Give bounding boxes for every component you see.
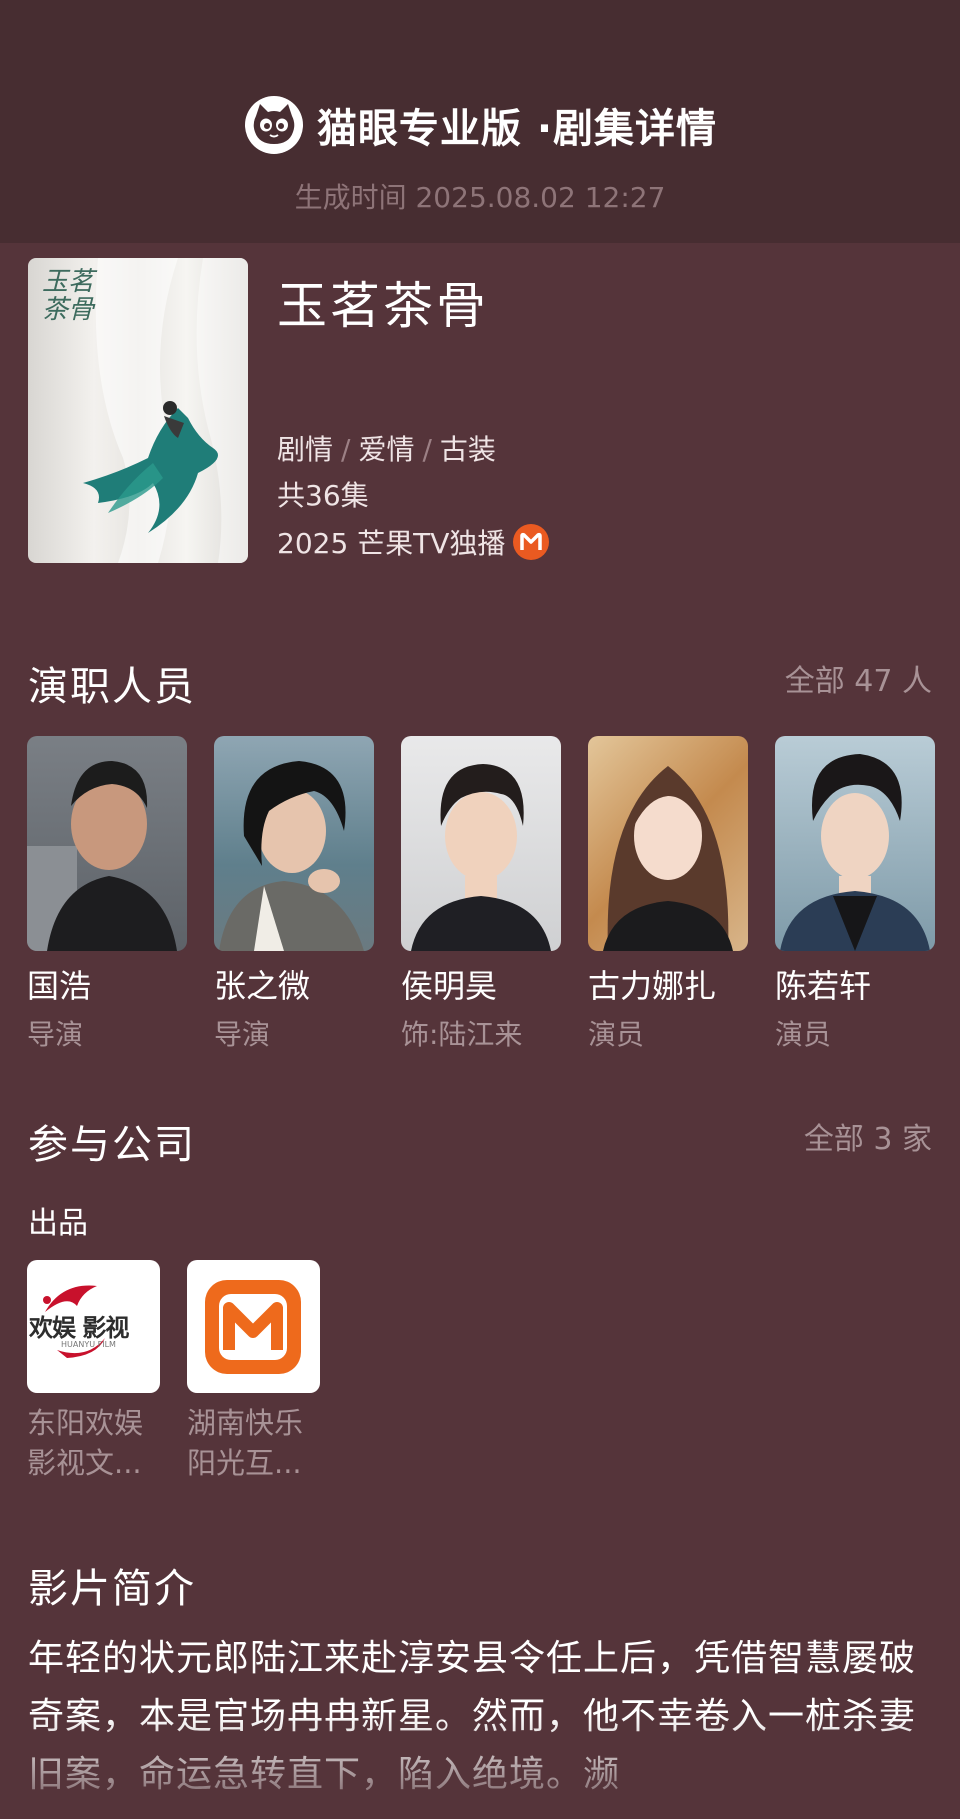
company-name-line: 湖南快乐 xyxy=(187,1406,304,1440)
show-poster[interactable]: 玉茗茶骨 xyxy=(28,258,248,563)
cast-name: 国浩 xyxy=(27,967,92,1005)
avatar xyxy=(214,736,374,951)
cast-card[interactable]: 陈若轩 演员 xyxy=(775,736,935,1053)
cast-name: 侯明昊 xyxy=(401,967,498,1005)
cast-card[interactable]: 侯明昊 饰:陆江来 xyxy=(401,736,561,1053)
company-name: 湖南快乐 阳光互... xyxy=(187,1403,322,1483)
generated-time: 生成时间 2025.08.02 12:27 xyxy=(294,181,666,214)
cat-icon xyxy=(244,96,303,154)
genre-tag: 爱情 xyxy=(358,433,415,466)
cast-see-all-link[interactable]: 全部 47 人 xyxy=(785,656,932,700)
avatar xyxy=(401,736,561,951)
synopsis-section-title: 影片简介 xyxy=(28,1566,196,1612)
company-logo: 欢娱 影视 HUANYU FILM xyxy=(27,1260,160,1393)
cast-name: 张之微 xyxy=(214,967,311,1005)
company-see-all-link[interactable]: 全部 3 家 xyxy=(804,1114,932,1158)
cast-role: 导演 xyxy=(27,1018,84,1051)
company-logo xyxy=(187,1260,320,1393)
company-card[interactable]: 欢娱 影视 HUANYU FILM 东阳欢娱 影视文... xyxy=(27,1260,162,1483)
genre-tag: 古装 xyxy=(439,433,496,466)
company-logo-text: 欢娱 影视 xyxy=(29,1314,129,1342)
cast-role: 导演 xyxy=(214,1018,271,1051)
app-header: 猫眼专业版 ·剧集详情 生成时间 2025.08.02 12:27 xyxy=(0,0,960,243)
company-logo-subtext: HUANYU FILM xyxy=(61,1340,116,1349)
cast-section-title: 演职人员 xyxy=(28,664,196,710)
avatar xyxy=(775,736,935,951)
bottom-fade xyxy=(0,1715,960,1819)
cast-role: 饰:陆江来 xyxy=(401,1018,523,1051)
company-card[interactable]: 湖南快乐 阳光互... xyxy=(187,1260,322,1483)
avatar xyxy=(588,736,748,951)
mgtv-icon xyxy=(513,524,550,560)
cast-card[interactable]: 国浩 导演 xyxy=(27,736,187,1053)
release-text: 2025 芒果TV独播 xyxy=(277,527,506,560)
genre-separator: / xyxy=(341,433,351,466)
brand-bar: 猫眼专业版 ·剧集详情 xyxy=(0,95,960,155)
cast-name: 陈若轩 xyxy=(775,967,872,1005)
cast-name: 古力娜扎 xyxy=(588,967,717,1005)
cast-card[interactable]: 张之微 导演 xyxy=(214,736,374,1053)
company-name: 东阳欢娱 影视文... xyxy=(27,1403,162,1483)
mgtv-logo xyxy=(205,1280,301,1374)
company-name-line: 影视文... xyxy=(27,1446,142,1480)
cast-role: 演员 xyxy=(588,1018,645,1051)
cast-role: 演员 xyxy=(775,1018,832,1051)
release-info: 2025 芒果TV独播 xyxy=(277,522,550,562)
company-name-line: 阳光互... xyxy=(187,1446,302,1480)
show-title: 玉茗茶骨 xyxy=(277,277,489,335)
genre-tag: 剧情 xyxy=(277,433,334,466)
company-category-label: 出品 xyxy=(28,1206,88,1241)
brand-title: 猫眼专业版 ·剧集详情 xyxy=(316,106,718,152)
company-name-line: 东阳欢娱 xyxy=(27,1406,144,1440)
genre-list: 剧情 / 爱情 / 古装 xyxy=(277,428,496,468)
cast-card[interactable]: 古力娜扎 演员 xyxy=(588,736,748,1053)
episode-count: 共36集 xyxy=(277,479,369,512)
genre-separator: / xyxy=(422,433,432,466)
avatar xyxy=(27,736,187,951)
poster-title: 玉茗茶骨 xyxy=(42,267,95,325)
company-section-title: 参与公司 xyxy=(28,1122,196,1168)
